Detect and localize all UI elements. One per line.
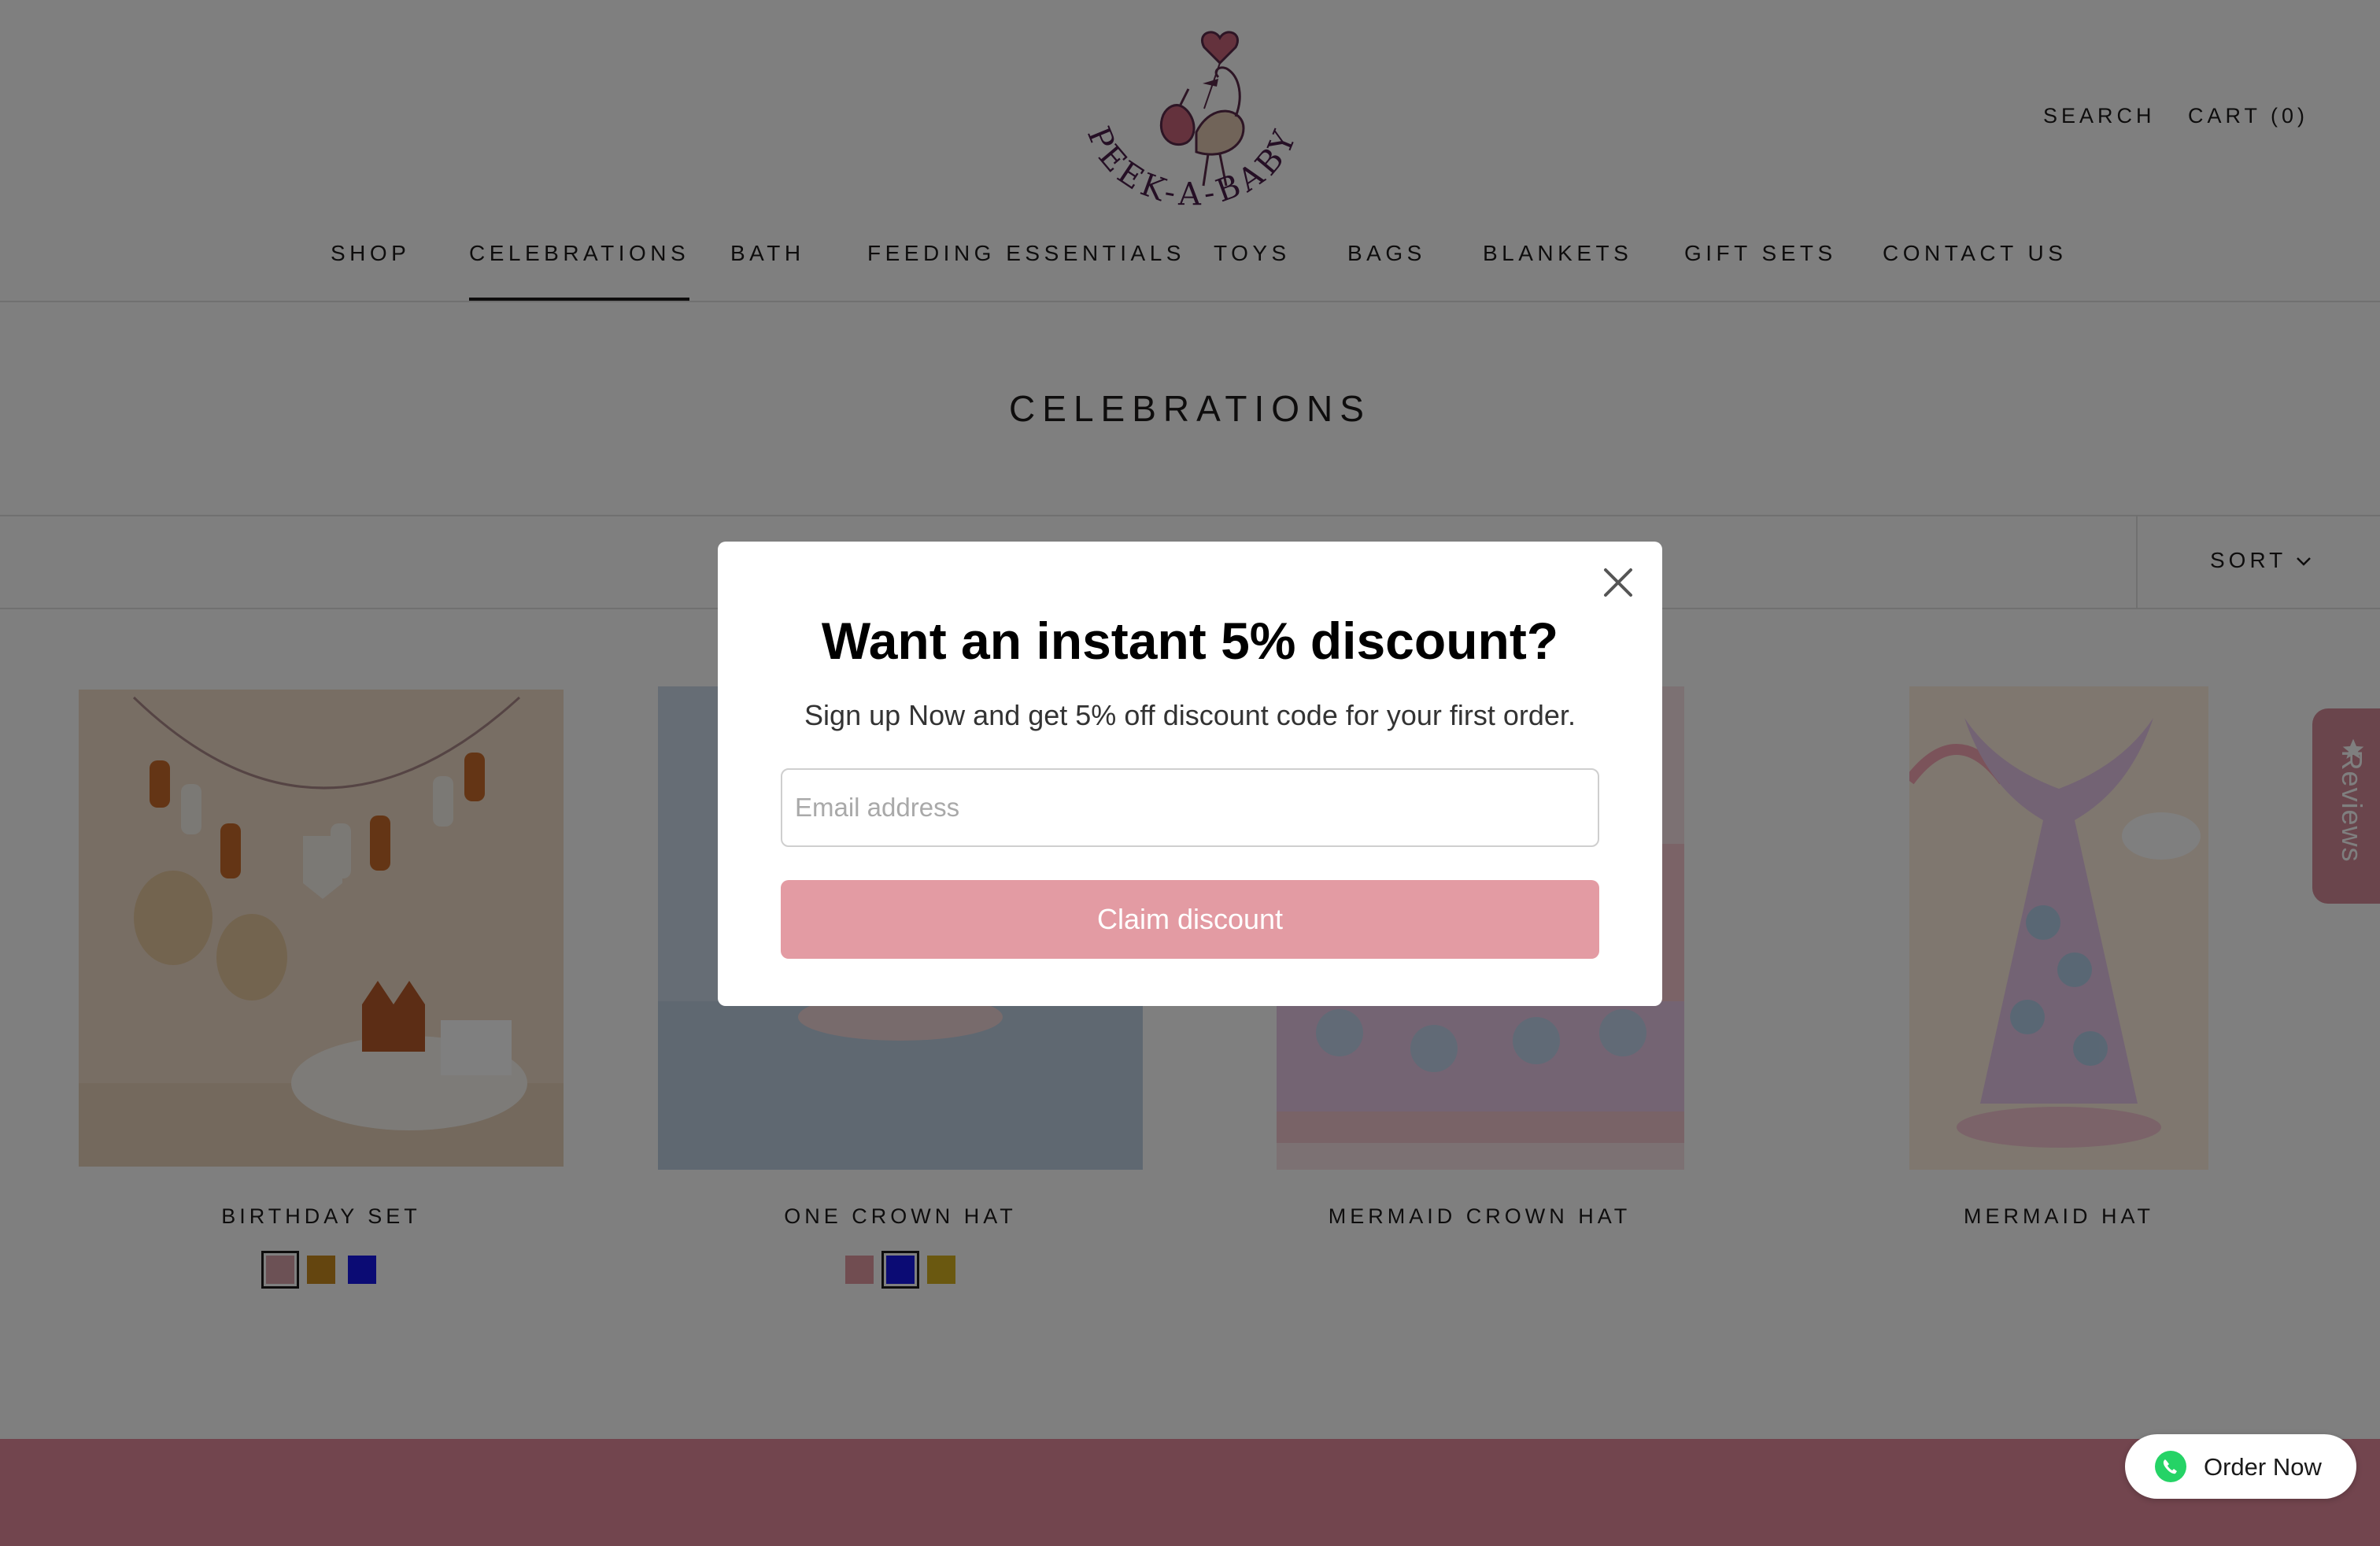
order-now-button[interactable]: Order Now <box>2125 1434 2356 1499</box>
page: PEEK-A-BABY SEARCH CART (0) SHOP CELEBRA… <box>0 0 2380 1546</box>
order-now-label: Order Now <box>2204 1453 2322 1481</box>
discount-popup: Want an instant 5% discount? Sign up Now… <box>718 542 1662 1006</box>
whatsapp-icon <box>2155 1451 2186 1482</box>
claim-discount-button[interactable]: Claim discount <box>781 880 1599 959</box>
email-input[interactable] <box>781 768 1599 847</box>
popup-subtext: Sign up Now and get 5% off discount code… <box>804 699 1576 731</box>
close-icon[interactable] <box>1598 562 1639 603</box>
popup-heading: Want an instant 5% discount? <box>821 612 1559 670</box>
